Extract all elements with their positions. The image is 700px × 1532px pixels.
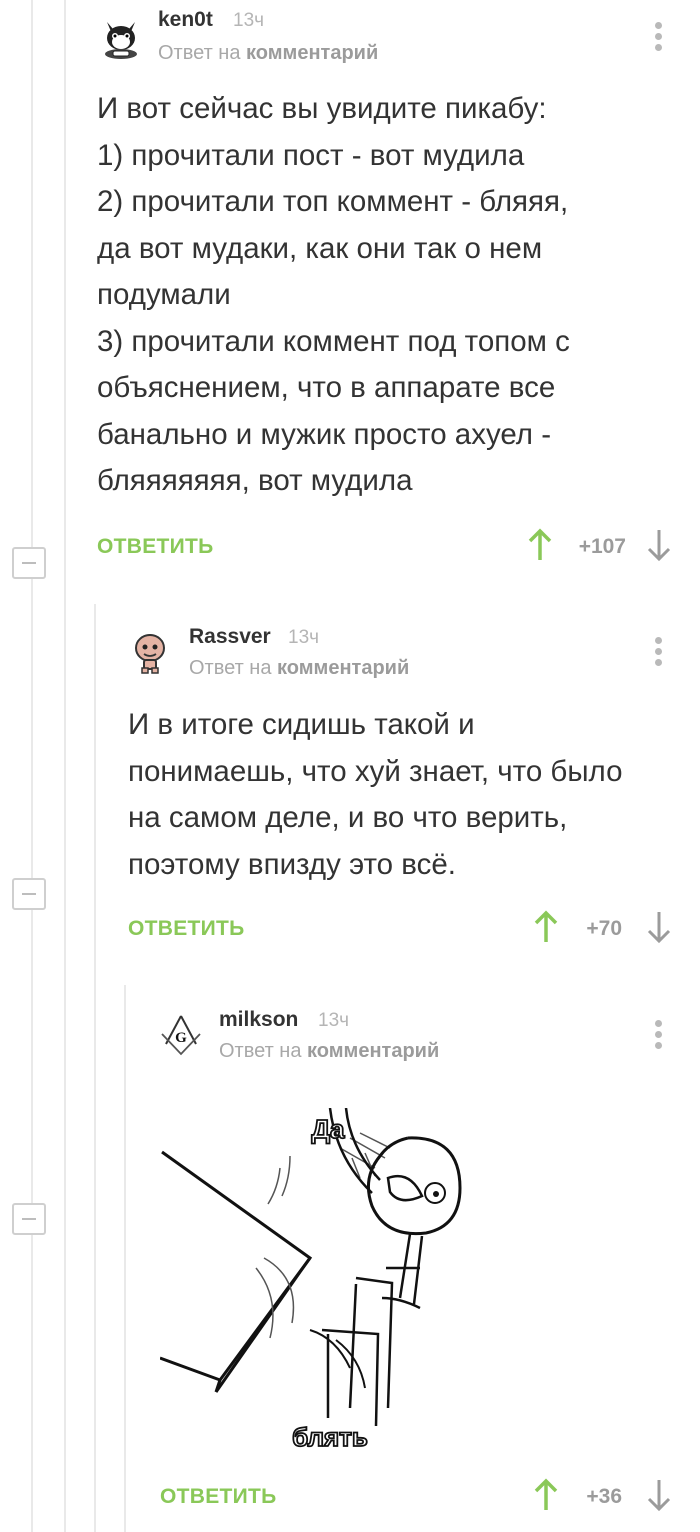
reply-to-target[interactable]: комментарий — [277, 657, 409, 679]
table-flip-meme-image[interactable]: Да блять — [160, 1108, 512, 1450]
thread-line — [94, 604, 96, 1532]
reply-to-link[interactable]: Ответ на комментарий — [219, 1040, 439, 1063]
comment-author[interactable]: milkson — [219, 1008, 298, 1032]
collapse-thread-button[interactable] — [12, 878, 46, 910]
reply-to-target[interactable]: комментарий — [307, 1040, 439, 1062]
comment-rating: +107 — [578, 535, 626, 558]
meme-caption-top: Да — [312, 1114, 346, 1144]
upvote-arrow-icon[interactable] — [532, 1478, 560, 1512]
reply-to-link[interactable]: Ответ на комментарий — [189, 657, 409, 680]
comment-rating: +36 — [586, 1485, 622, 1508]
more-options-icon[interactable] — [655, 637, 663, 670]
comment-time: 13ч — [288, 627, 320, 648]
downvote-arrow-icon[interactable] — [645, 528, 673, 562]
upvote-arrow-icon[interactable] — [532, 910, 560, 944]
reply-to-prefix: Ответ на — [158, 42, 247, 64]
thread-line — [124, 985, 126, 1532]
downvote-arrow-icon[interactable] — [645, 910, 673, 944]
reply-to-prefix: Ответ на — [219, 1040, 308, 1062]
upvote-arrow-icon[interactable] — [526, 528, 554, 562]
comment-author[interactable]: ken0t — [158, 8, 213, 32]
reply-to-prefix: Ответ на — [189, 657, 278, 679]
more-options-icon[interactable] — [655, 22, 663, 55]
reply-to-target[interactable]: комментарий — [246, 42, 378, 64]
comment-text: И в итоге сидишь такой и понимаешь, что … — [128, 708, 623, 881]
meme-caption-bottom: блять — [292, 1422, 368, 1450]
isaac-avatar-icon[interactable] — [130, 630, 176, 676]
downvote-arrow-icon[interactable] — [645, 1478, 673, 1512]
comment-time: 13ч — [233, 10, 265, 31]
svg-text:G: G — [175, 1030, 187, 1046]
thread-line — [31, 0, 33, 1532]
reply-button[interactable]: ОТВЕТИТЬ — [160, 1485, 277, 1509]
masonic-avatar-icon[interactable]: G — [158, 1012, 204, 1058]
reply-button[interactable]: ОТВЕТИТЬ — [97, 535, 214, 559]
comment-rating: +70 — [586, 917, 622, 940]
more-options-icon[interactable] — [655, 1020, 663, 1053]
reply-to-link[interactable]: Ответ на комментарий — [158, 42, 378, 65]
collapse-thread-button[interactable] — [12, 1203, 46, 1235]
cat-avatar-icon[interactable] — [98, 14, 144, 60]
comment-time: 13ч — [318, 1010, 350, 1031]
thread-line — [64, 0, 66, 1532]
comment-author[interactable]: Rassver — [189, 625, 271, 649]
reply-button[interactable]: ОТВЕТИТЬ — [128, 917, 245, 941]
comment-text: И вот сейчас вы увидите пикабу: 1) прочи… — [97, 92, 570, 497]
collapse-thread-button[interactable] — [12, 547, 46, 579]
